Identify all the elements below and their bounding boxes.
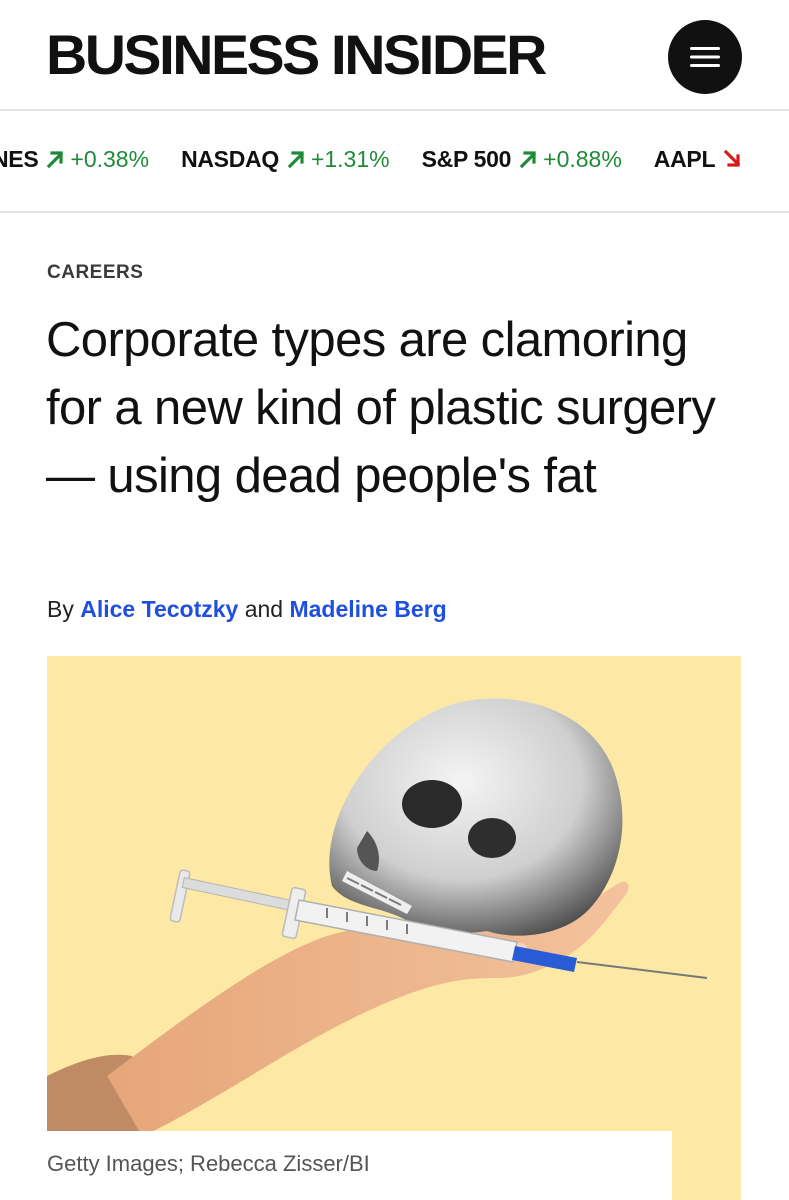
arrow-up-right-icon	[47, 151, 64, 168]
article-category[interactable]: CAREERS	[47, 262, 143, 284]
article-byline: By Alice Tecotzky and Madeline Berg	[47, 596, 447, 623]
arrow-up-right-icon	[287, 151, 305, 168]
arrow-down-right-icon	[723, 150, 741, 167]
article-headline: Corporate types are clamoring for a new …	[46, 313, 716, 503]
hero-image	[47, 656, 741, 1200]
image-caption-box: Getty Images; Rebecca Zisser/BI	[47, 1131, 672, 1200]
author-link-2[interactable]: Madeline Berg	[289, 596, 446, 622]
ticker-symbol: NASDAQ	[181, 146, 279, 172]
ticker-change: +0.88%	[543, 146, 622, 172]
image-caption: Getty Images; Rebecca Zisser/BI	[47, 1151, 370, 1176]
hamburger-menu-icon	[690, 47, 720, 67]
market-ticker[interactable]: NES +0.38% NASDAQ +1.31% S&P 500 +0.88% …	[0, 111, 789, 213]
ticker-change: +1.31%	[310, 146, 390, 172]
hero-illustration	[47, 656, 741, 1200]
ticker-item-aapl[interactable]: AAPL	[654, 145, 747, 173]
menu-button[interactable]	[668, 20, 742, 94]
ticker-symbol: NES	[0, 146, 39, 172]
byline-prefix: By	[47, 596, 74, 622]
ticker-item-sp500[interactable]: S&P 500 +0.88%	[422, 145, 622, 173]
author-link-1[interactable]: Alice Tecotzky	[80, 596, 238, 622]
arrow-up-right-icon	[519, 151, 537, 168]
ticker-change: +0.38%	[70, 146, 150, 172]
site-logo[interactable]: BUSINESS INSIDER	[46, 24, 547, 86]
byline-joiner: and	[244, 596, 284, 622]
ticker-item-dow[interactable]: NES +0.38%	[0, 145, 149, 173]
ticker-symbol: AAPL	[653, 146, 716, 172]
ticker-item-nasdaq[interactable]: NASDAQ +1.31%	[181, 145, 390, 173]
ticker-symbol: S&P 500	[421, 146, 512, 172]
site-header: BUSINESS INSIDER	[0, 0, 789, 111]
ticker-track: NES +0.38% NASDAQ +1.31% S&P 500 +0.88% …	[0, 145, 779, 173]
